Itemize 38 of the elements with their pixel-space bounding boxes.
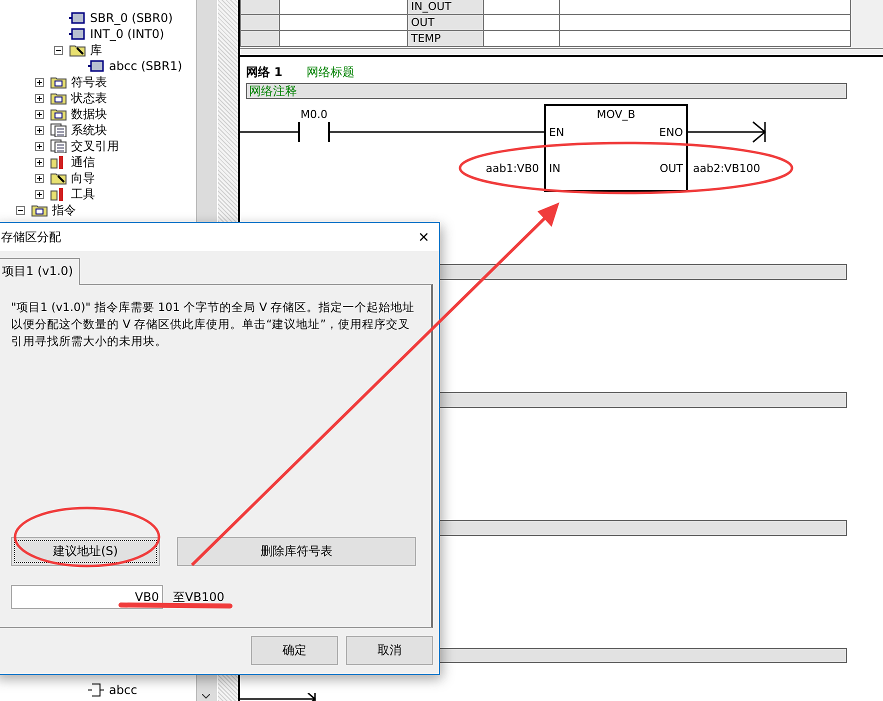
pin-label: ENO xyxy=(659,126,683,139)
contact-address: M0.0 xyxy=(300,108,328,121)
network-title: 网络 1 xyxy=(246,64,283,81)
tree-item[interactable]: 状态表 xyxy=(71,90,107,106)
tree-item[interactable]: 系统块 xyxy=(71,122,107,138)
pin-label: OUT xyxy=(660,162,683,175)
tree-item[interactable]: 数据块 xyxy=(71,106,107,122)
action-button[interactable]: 建议地址(S) xyxy=(11,537,160,566)
pin-label: EN xyxy=(549,126,564,139)
end-address: 至VB100 xyxy=(173,588,224,606)
network-comment[interactable]: 网络注释 xyxy=(246,83,847,99)
close-button[interactable]: × xyxy=(414,226,433,248)
table-cell: IN_OUT xyxy=(408,0,484,14)
network-heading: 网络标题 xyxy=(306,64,355,81)
tree-item[interactable]: 交叉引用 xyxy=(71,138,119,154)
tree-item[interactable]: 向导 xyxy=(71,170,95,186)
pin-label: IN xyxy=(549,162,560,175)
tree-item[interactable]: 符号表 xyxy=(71,74,107,90)
tree-item[interactable]: INT_0 (INT0) xyxy=(90,27,164,41)
table-cell: OUT xyxy=(408,14,484,30)
tree-item[interactable]: SBR_0 (SBR0) xyxy=(90,11,173,25)
dialog-button[interactable]: 确定 xyxy=(251,636,338,665)
tree-item[interactable]: 工具 xyxy=(71,186,95,202)
tree-item[interactable]: abcc (SBR1) xyxy=(109,59,182,73)
message-text: "项目1 (v1.0)" 指令库需要 101 个字节的全局 V 存储区。指定一个起始地址以便分配这个数量的 V 存储区供此库使用。单击“建议地址”，使用程序交叉引用寻找所需大小的未用块。 xyxy=(11,299,416,350)
dialog-title: 存储区分配 xyxy=(1,228,61,246)
tree-item[interactable]: abcc xyxy=(109,683,138,697)
tree-item[interactable]: 通信 xyxy=(71,154,95,170)
action-button[interactable]: 删除库符号表 xyxy=(177,537,416,566)
tab[interactable]: 项目1 (v1.0) xyxy=(0,258,80,285)
instruction-name: MOV_B xyxy=(596,108,636,121)
tree-item[interactable]: 指令 xyxy=(52,202,76,218)
address-field[interactable]: VB0 xyxy=(11,585,163,609)
tree-item[interactable]: 库 xyxy=(90,42,102,58)
operand: aab1:VB0 xyxy=(486,162,539,175)
table-cell: TEMP xyxy=(408,30,484,46)
operand: aab2:VB100 xyxy=(693,162,760,175)
dialog-button[interactable]: 取消 xyxy=(346,636,433,665)
